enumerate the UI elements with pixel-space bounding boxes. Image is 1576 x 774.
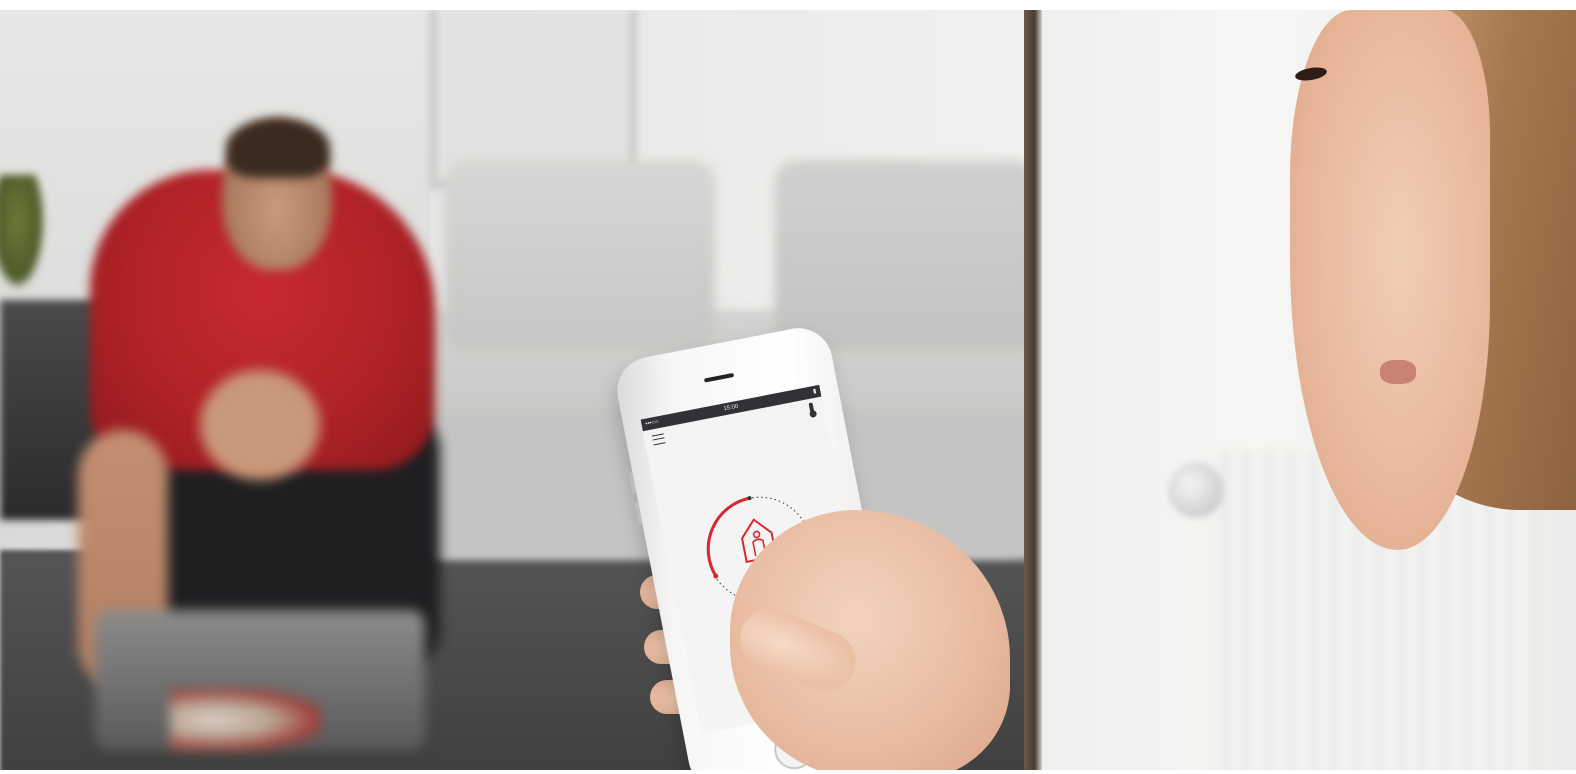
phone-speaker	[703, 372, 735, 383]
menu-icon[interactable]	[651, 433, 666, 446]
plant	[0, 175, 45, 290]
sofa-cushion-left	[445, 160, 715, 350]
door-frame	[1024, 10, 1042, 770]
background-photo: •••○○ 15:00 ▮	[0, 10, 1576, 770]
status-bar: •••○○ 15:00 ▮	[640, 384, 822, 432]
photo-scene: •••○○ 15:00 ▮	[0, 0, 1576, 774]
status-time: 15:00	[723, 403, 739, 413]
man-arm	[200, 370, 320, 480]
sofa-cushion-right	[775, 160, 1035, 350]
radiator-thermostat	[1168, 462, 1224, 518]
man-hair	[226, 118, 330, 178]
woman-lip	[1380, 360, 1416, 384]
toolbox-items	[170, 690, 320, 750]
thermometer-icon[interactable]	[808, 402, 815, 415]
